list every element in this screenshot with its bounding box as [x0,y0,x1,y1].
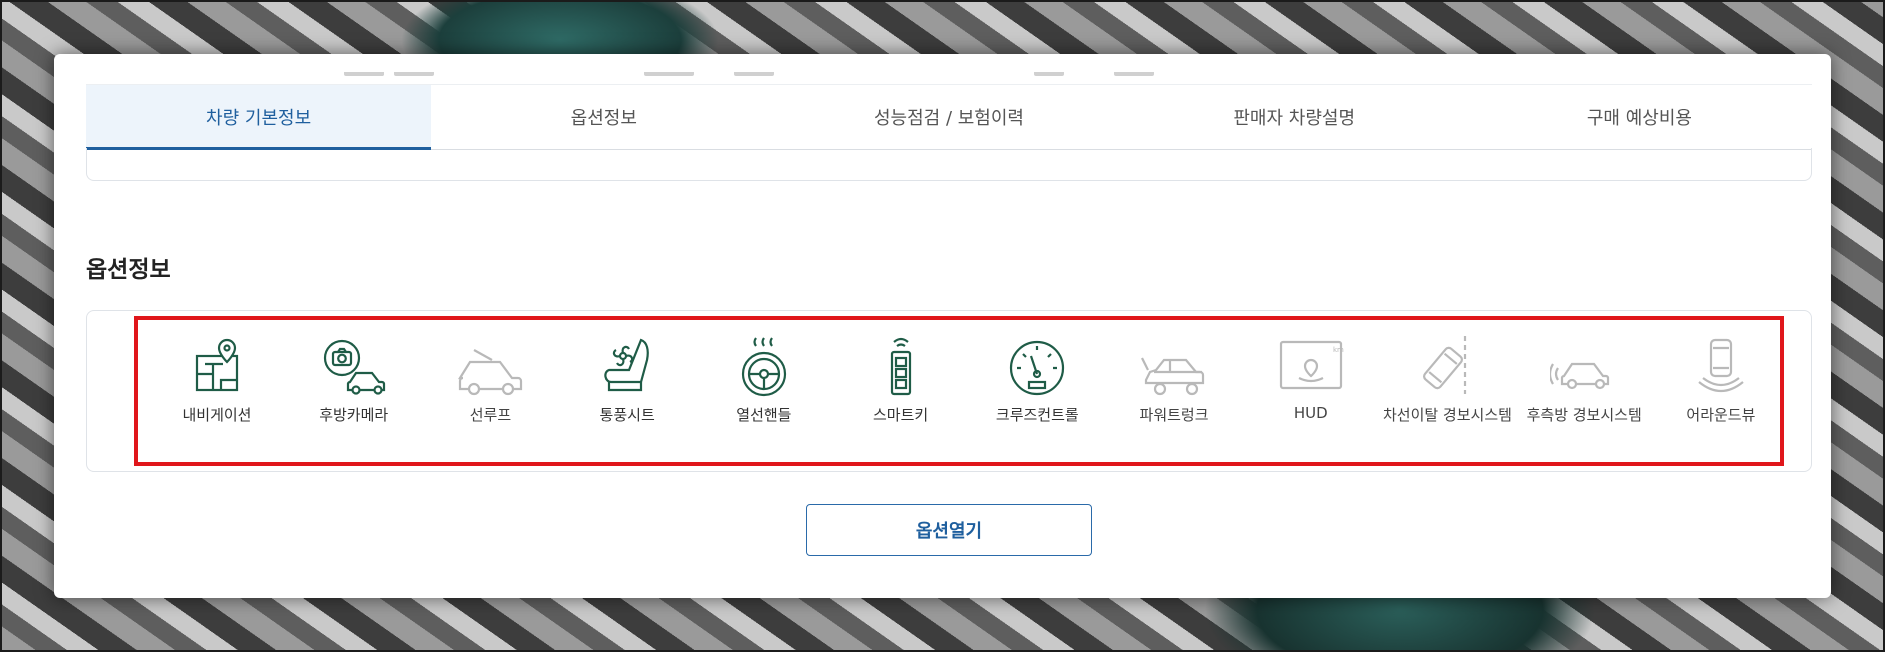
tab-basic-info[interactable]: 차량 기본정보 [86,85,432,150]
section-title-options: 옵션정보 [86,257,171,283]
tab-options[interactable]: 옵션정보 [431,85,776,149]
detail-tab-bar: 차량 기본정보 옵션정보 성능점검 / 보험이력 판매자 차량설명 구매 예상비… [86,84,1812,150]
tab-inspection-insurance[interactable]: 성능점검 / 보험이력 [776,85,1121,149]
tab-seller-description[interactable]: 판매자 차량설명 [1122,85,1467,149]
scrolled-content-remnant [54,72,1831,84]
highlight-annotation-box [134,316,1784,466]
options-panel: 차량 기본정보 옵션정보 성능점검 / 보험이력 판매자 차량설명 구매 예상비… [54,54,1831,598]
next-section-title-clipped [86,582,94,598]
tab-expected-cost[interactable]: 구매 예상비용 [1467,85,1812,149]
open-options-button[interactable]: 옵션열기 [806,504,1092,556]
basic-info-box [86,148,1812,181]
